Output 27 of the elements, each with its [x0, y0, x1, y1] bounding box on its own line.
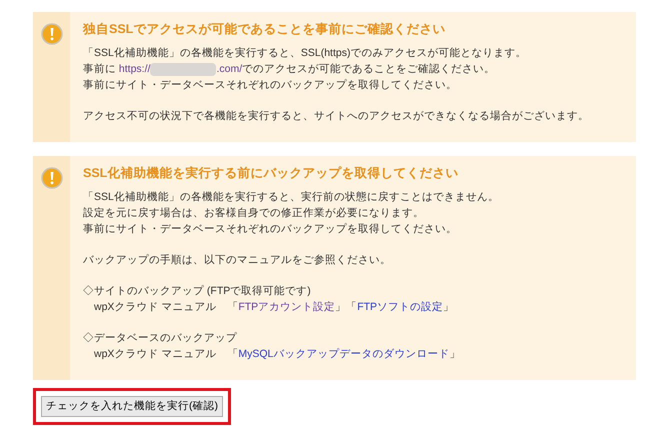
link[interactable]: MySQLバックアップデータのダウンロード: [238, 348, 450, 360]
blur-mark: [150, 62, 216, 76]
notice-text: 事前にサイト・データベースそれぞれのバックアップを取得してください。: [83, 78, 458, 93]
notice-text: バックアップの手順は、以下のマニュアルをご参照ください。: [83, 253, 392, 268]
execute-button[interactable]: チェックを入れた機能を実行(確認): [41, 396, 223, 417]
notice-text: 設定を元に戻す場合は、お客様自身での修正作業が必要になります。: [83, 206, 425, 221]
link[interactable]: https://: [118, 63, 150, 75]
notice-text: 「SSL化補助機能」の各機能を実行すると、実行前の状態に戻すことはできません。: [83, 190, 499, 205]
notice-text: 」: [449, 348, 460, 360]
link[interactable]: FTPアカウント設定: [238, 301, 336, 313]
notice-text: wpXクラウド マニュアル 「: [94, 348, 238, 360]
link[interactable]: .com/: [216, 63, 242, 75]
notice-text: でのアクセスが可能であることをご確認ください。: [242, 63, 496, 75]
notice-text: ◇サイトのバックアップ (FTPで取得可能です): [83, 284, 312, 299]
warning-icon: [40, 167, 62, 189]
notice-text: アクセス不可の状況下で各機能を実行すると、サイトへのアクセスができなくなる場合がございます。: [83, 109, 589, 124]
notice-text: 」: [443, 301, 454, 313]
notice-text: 「SSL化補助機能」の各機能を実行すると、SSL(https)でのみアクセスが可能となります。: [83, 46, 528, 61]
notice-text: 事前にサイト・データベースそれぞれのバックアップを取得してください。: [83, 222, 458, 237]
link[interactable]: FTPソフトの設定: [357, 301, 444, 313]
notice-title: 独自SSLでアクセスが可能であることを事前にご確認ください: [83, 21, 446, 38]
warning-icon: [40, 23, 62, 45]
notice-text: ◇データベースのバックアップ: [83, 331, 238, 346]
notice-text: wpXクラウド マニュアル 「: [94, 301, 238, 313]
notice-text: 事前に: [83, 63, 117, 75]
notice-text: 」「: [335, 301, 358, 313]
notice-title: SSL化補助機能を実行する前にバックアップを取得してください: [83, 165, 460, 182]
